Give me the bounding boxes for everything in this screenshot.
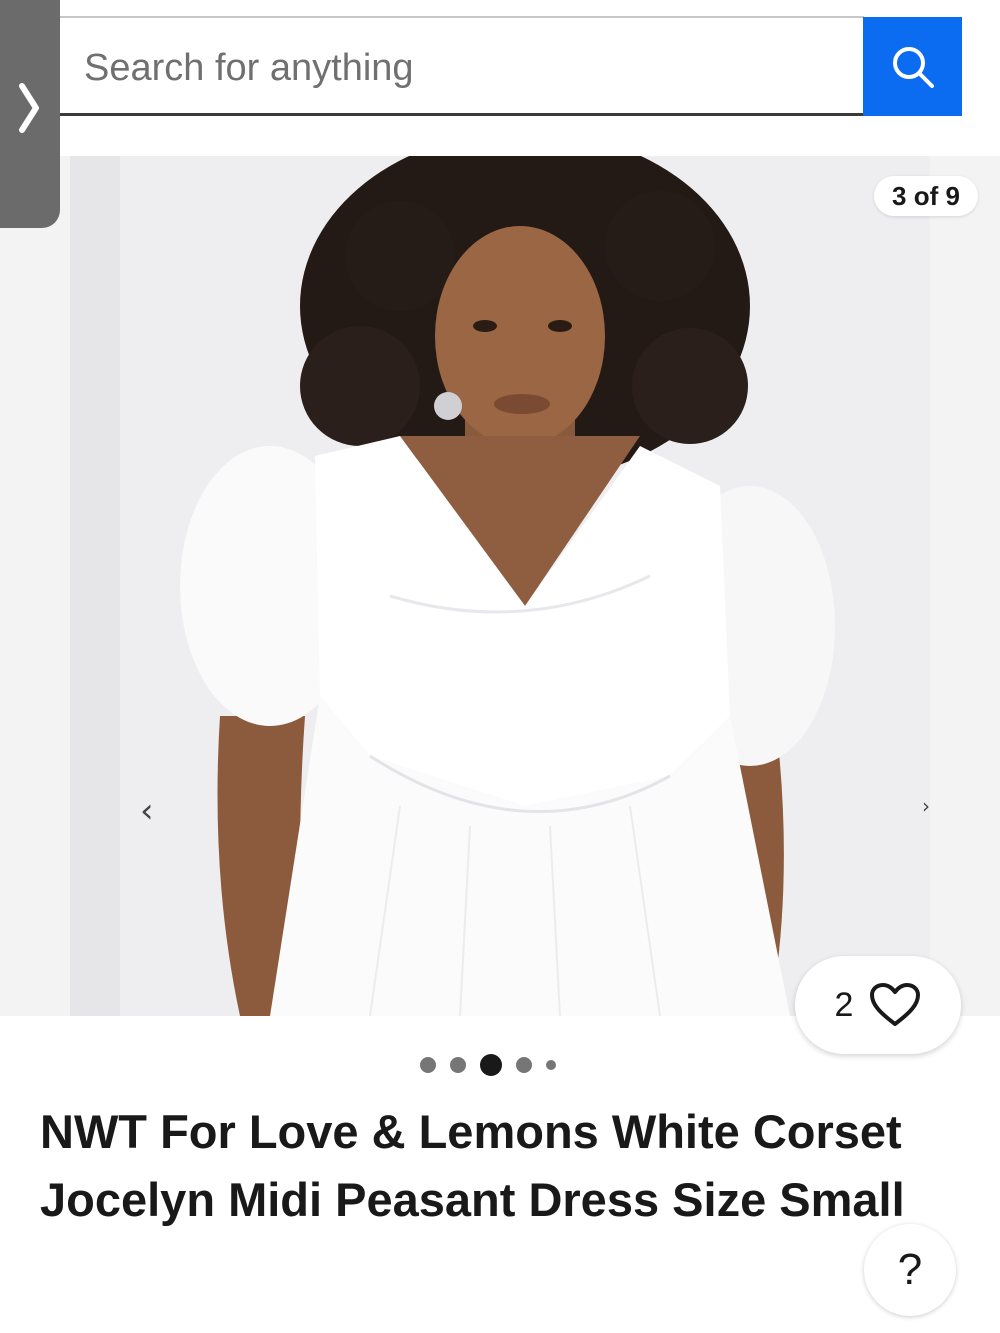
image-pagination-dots xyxy=(420,1052,590,1078)
heart-icon xyxy=(870,983,921,1026)
side-panel-toggle[interactable] xyxy=(0,0,60,228)
help-button[interactable]: ? xyxy=(864,1224,956,1316)
listing-title: NWT For Love & Lemons White Corset Jocel… xyxy=(40,1105,905,1226)
pagination-dot[interactable] xyxy=(450,1057,466,1073)
search-bar xyxy=(58,16,864,116)
watch-button[interactable]: 2 xyxy=(795,956,961,1054)
image-gallery[interactable]: ‹ › xyxy=(0,156,1000,1016)
watch-count: 2 xyxy=(834,985,854,1024)
previous-image-arrow[interactable]: ‹ xyxy=(140,791,154,831)
product-photo xyxy=(70,156,930,1016)
image-counter-badge: 3 of 9 xyxy=(874,176,978,216)
pagination-dot[interactable] xyxy=(546,1060,556,1070)
header xyxy=(0,0,1000,150)
pagination-dot-active[interactable] xyxy=(480,1054,502,1076)
help-icon: ? xyxy=(897,1245,923,1294)
chevron-right-icon xyxy=(19,83,39,133)
search-icon xyxy=(893,47,934,88)
search-button[interactable] xyxy=(863,17,962,116)
pagination-dot[interactable] xyxy=(516,1057,532,1073)
next-image-arrow[interactable]: › xyxy=(922,794,930,818)
search-input[interactable] xyxy=(84,40,844,96)
pagination-dot[interactable] xyxy=(420,1057,436,1073)
